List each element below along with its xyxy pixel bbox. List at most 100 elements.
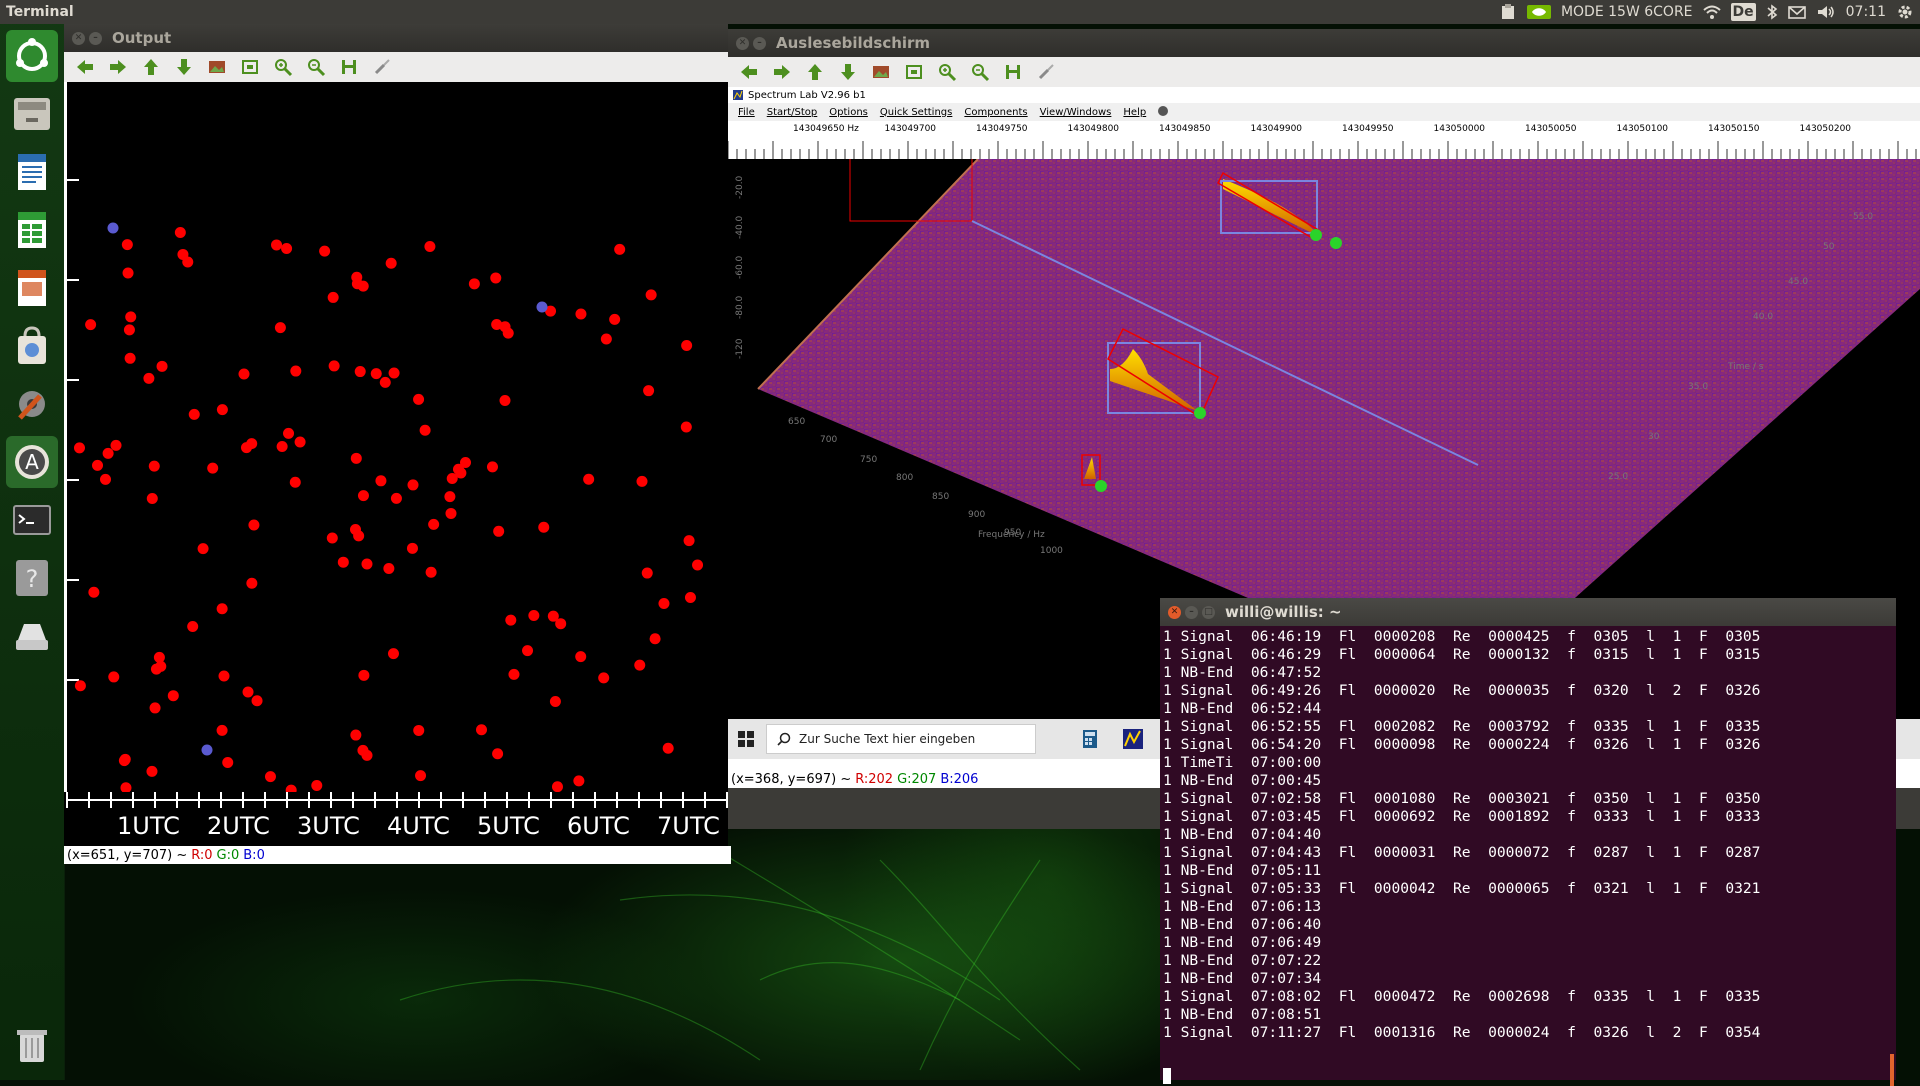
- menu-file[interactable]: File: [732, 107, 761, 118]
- terminal-titlebar[interactable]: ✕ – □ willi@willis: ~: [1160, 598, 1896, 626]
- svg-text:850: 850: [932, 492, 949, 502]
- brush-icon[interactable]: [369, 56, 394, 78]
- minimize-button[interactable]: –: [753, 36, 766, 50]
- software-center-icon[interactable]: [6, 320, 58, 372]
- ausl-titlebar[interactable]: ✕ – Auslesebildschirm: [728, 29, 1920, 57]
- nvidia-icon[interactable]: [1526, 4, 1551, 20]
- keyboard-layout-indicator[interactable]: De: [1730, 3, 1756, 21]
- writer-icon[interactable]: [6, 146, 58, 198]
- search-icon: [777, 732, 791, 746]
- output-toolbar: [64, 52, 728, 82]
- menu-quick-settings[interactable]: Quick Settings: [874, 107, 958, 118]
- zoom-out-icon[interactable]: [303, 56, 328, 78]
- signal-dot: [156, 360, 168, 372]
- signal-dot: [583, 473, 595, 485]
- spectrum-lab-taskbar-icon[interactable]: [1122, 728, 1144, 750]
- fit-icon[interactable]: [901, 61, 926, 83]
- ubuntu-dash-icon[interactable]: [6, 30, 58, 82]
- menu-help[interactable]: Help: [1117, 107, 1152, 118]
- update-manager-icon[interactable]: A: [6, 436, 58, 488]
- trash-icon[interactable]: [6, 1018, 58, 1070]
- signal-dot: [351, 278, 363, 290]
- signal-dot: [415, 770, 427, 782]
- arrow-right-icon[interactable]: [105, 56, 130, 78]
- save-icon[interactable]: [336, 56, 361, 78]
- close-button[interactable]: ✕: [72, 31, 85, 45]
- maximize-button[interactable]: □: [1202, 605, 1215, 619]
- freq-label: 143050100: [1617, 124, 1669, 134]
- utc-axis-label: 1UTC: [117, 812, 180, 840]
- drive-icon[interactable]: [6, 610, 58, 662]
- image-icon[interactable]: [868, 61, 893, 83]
- minimize-button[interactable]: –: [89, 31, 102, 45]
- signal-dot: [123, 324, 135, 336]
- menu-components[interactable]: Components: [958, 107, 1033, 118]
- signal-dot: [662, 742, 674, 754]
- settings-icon[interactable]: [6, 378, 58, 430]
- terminal-line: 1 NB-End 06:47:52: [1163, 664, 1322, 681]
- power-mode-label[interactable]: MODE 15W 6CORE: [1561, 4, 1693, 20]
- signal-dot: [538, 521, 550, 533]
- gear-icon[interactable]: [1896, 4, 1914, 20]
- windows-start-icon[interactable]: [738, 731, 754, 747]
- menu-view-windows[interactable]: View/Windows: [1034, 107, 1118, 118]
- close-button[interactable]: ✕: [1168, 605, 1181, 619]
- signal-dot: [74, 680, 86, 692]
- terminal-icon[interactable]: [6, 494, 58, 546]
- arrow-up-icon[interactable]: [802, 61, 827, 83]
- keyboard-layout-label: De: [1732, 4, 1754, 20]
- arrow-left-icon[interactable]: [736, 61, 761, 83]
- signal-dot: [508, 668, 520, 680]
- arrow-up-icon[interactable]: [138, 56, 163, 78]
- calc-icon[interactable]: [6, 204, 58, 256]
- zoom-in-icon[interactable]: [934, 61, 959, 83]
- signal-dot: [502, 327, 514, 339]
- signal-dot: [419, 424, 431, 436]
- signal-dot: [242, 686, 254, 698]
- windows-search-box[interactable]: Zur Suche Text hier eingeben: [766, 724, 1036, 754]
- arrow-down-icon[interactable]: [171, 56, 196, 78]
- signal-dot: [528, 610, 540, 622]
- close-button[interactable]: ✕: [736, 36, 749, 50]
- fit-icon[interactable]: [237, 56, 262, 78]
- output-plot-area[interactable]: [64, 82, 728, 832]
- zoom-in-icon[interactable]: [270, 56, 295, 78]
- calculator-taskbar-icon[interactable]: [1080, 729, 1100, 749]
- terminal-output[interactable]: 1 Signal 06:46:19 Fl 0000208 Re 0000425 …: [1160, 626, 1896, 1086]
- signal-dot: [238, 368, 250, 380]
- arrow-left-icon[interactable]: [72, 56, 97, 78]
- impress-icon[interactable]: [6, 262, 58, 314]
- minimize-button[interactable]: –: [1185, 605, 1198, 619]
- menu-start-stop[interactable]: Start/Stop: [761, 107, 824, 118]
- mail-icon[interactable]: [1787, 4, 1806, 20]
- signal-dot: [281, 243, 293, 255]
- help-icon[interactable]: ?: [6, 552, 58, 604]
- volume-icon[interactable]: [1816, 4, 1836, 20]
- arrow-right-icon[interactable]: [769, 61, 794, 83]
- freq-label: 143049750: [976, 124, 1028, 134]
- blue-dot: [107, 222, 119, 234]
- record-indicator-icon[interactable]: [1152, 105, 1174, 119]
- terminal-line: 1 Signal 06:54:20 Fl 0000098 Re 0000224 …: [1163, 736, 1761, 753]
- bluetooth-icon[interactable]: [1766, 4, 1778, 20]
- spectrum-lab-menubar: File Start/Stop Options Quick Settings C…: [728, 103, 1920, 121]
- signal-dot: [251, 695, 263, 707]
- files-icon[interactable]: [6, 88, 58, 140]
- brush-icon[interactable]: [1033, 61, 1058, 83]
- output-titlebar[interactable]: ✕ – Output: [64, 24, 728, 52]
- signal-dot: [246, 577, 258, 589]
- wifi-icon[interactable]: [1702, 4, 1721, 20]
- arrow-down-icon[interactable]: [835, 61, 860, 83]
- utc-axis-label: 5UTC: [477, 812, 540, 840]
- save-icon[interactable]: [1000, 61, 1025, 83]
- signal-dot: [692, 559, 704, 571]
- menu-options[interactable]: Options: [823, 107, 874, 118]
- zoom-out-icon[interactable]: [967, 61, 992, 83]
- signal-dot: [216, 404, 228, 416]
- clipboard-icon[interactable]: [1499, 4, 1517, 20]
- clock[interactable]: 07:11: [1846, 4, 1886, 20]
- cursor-coords: (x=368, y=697) ~: [731, 771, 852, 787]
- image-icon[interactable]: [204, 56, 229, 78]
- terminal-scrollbar[interactable]: [1890, 1054, 1894, 1086]
- signal-dot: [486, 461, 498, 473]
